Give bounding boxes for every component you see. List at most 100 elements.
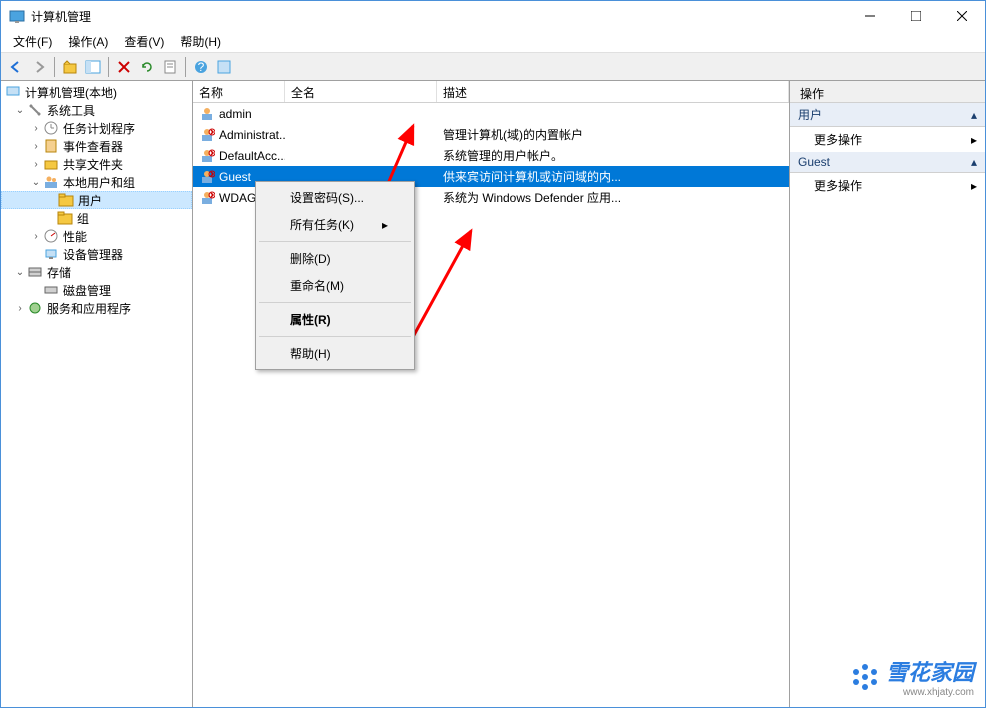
user-row[interactable]: Administrat... 管理计算机(域)的内置帐户 <box>193 124 789 145</box>
expand-icon[interactable]: › <box>29 229 43 243</box>
tree-label: 服务和应用程序 <box>47 300 131 317</box>
action-more-users[interactable]: 更多操作 ▸ <box>790 127 985 152</box>
tree-system-tools[interactable]: ⌄ 系统工具 <box>1 101 192 119</box>
list-panel: 名称 全名 描述 admin Administrat... 管理计算机(域)的内置帐… <box>193 81 790 707</box>
chevron-right-icon: ▸ <box>971 179 977 193</box>
help-button[interactable]: ? <box>190 56 212 78</box>
tree-performance[interactable]: › 性能 <box>1 227 192 245</box>
chevron-right-icon: ▸ <box>971 133 977 147</box>
ctx-set-password[interactable]: 设置密码(S)... <box>258 184 412 211</box>
expand-icon[interactable]: › <box>29 121 43 135</box>
tree-label: 事件查看器 <box>63 138 123 155</box>
tree-label: 本地用户和组 <box>63 174 135 191</box>
ctx-help[interactable]: 帮助(H) <box>258 340 412 367</box>
forward-button[interactable] <box>28 56 50 78</box>
user-name: admin <box>219 107 252 121</box>
show-hide-tree-button[interactable] <box>82 56 104 78</box>
user-icon <box>199 190 215 206</box>
device-icon <box>43 246 59 262</box>
tree-label: 设备管理器 <box>63 246 123 263</box>
tree-label: 存储 <box>47 264 71 281</box>
menu-bar: 文件(F) 操作(A) 查看(V) 帮助(H) <box>1 31 985 53</box>
menu-help[interactable]: 帮助(H) <box>172 31 229 52</box>
folder-icon <box>58 192 74 208</box>
tree-label: 任务计划程序 <box>63 120 135 137</box>
tree-task-scheduler[interactable]: › 任务计划程序 <box>1 119 192 137</box>
tree-root[interactable]: 计算机管理(本地) <box>1 83 192 101</box>
user-name: DefaultAcc... <box>219 149 285 163</box>
watermark: 雪花家园 www.xhjaty.com <box>850 655 974 698</box>
context-menu: 设置密码(S)... 所有任务(K)▸ 删除(D) 重命名(M) 属性(R) 帮… <box>255 181 415 370</box>
action-section-guest[interactable]: Guest ▴ <box>790 152 985 173</box>
export-button[interactable] <box>159 56 181 78</box>
users-icon <box>43 174 59 190</box>
event-icon <box>43 138 59 154</box>
menu-view[interactable]: 查看(V) <box>116 31 172 52</box>
collapse-icon[interactable]: ⌄ <box>13 265 27 279</box>
col-header-name[interactable]: 名称 <box>193 81 285 102</box>
ctx-rename[interactable]: 重命名(M) <box>258 272 412 299</box>
ctx-properties[interactable]: 属性(R) <box>258 306 412 333</box>
tree-label: 磁盘管理 <box>63 282 111 299</box>
close-button[interactable] <box>939 1 985 31</box>
watermark-text: 雪花家园 <box>886 655 974 687</box>
list-header: 名称 全名 描述 <box>193 81 789 103</box>
window-title: 计算机管理 <box>31 8 847 25</box>
watermark-url: www.xhjaty.com <box>886 687 974 698</box>
collapse-icon[interactable]: ⌄ <box>29 175 43 189</box>
services-icon <box>27 300 43 316</box>
up-button[interactable] <box>59 56 81 78</box>
collapse-icon[interactable]: ⌄ <box>13 103 27 117</box>
tree-local-users-groups[interactable]: ⌄ 本地用户和组 <box>1 173 192 191</box>
ctx-separator <box>259 241 411 242</box>
user-name: Administrat... <box>219 128 285 142</box>
tree-groups[interactable]: 组 <box>1 209 192 227</box>
minimize-button[interactable] <box>847 1 893 31</box>
expand-icon[interactable]: › <box>13 301 27 315</box>
disk-icon <box>43 282 59 298</box>
tools-icon <box>27 102 43 118</box>
collapse-icon: ▴ <box>971 108 977 122</box>
menu-file[interactable]: 文件(F) <box>5 31 60 52</box>
user-row[interactable]: admin <box>193 103 789 124</box>
user-row[interactable]: DefaultAcc... 系统管理的用户帐户。 <box>193 145 789 166</box>
tree-users[interactable]: 用户 <box>1 191 192 209</box>
expand-icon[interactable]: › <box>29 157 43 171</box>
ctx-delete[interactable]: 删除(D) <box>258 245 412 272</box>
action-section-users[interactable]: 用户 ▴ <box>790 103 985 127</box>
user-description: 供来宾访问计算机或访问域的内... <box>443 168 621 185</box>
tree-label: 组 <box>77 210 89 227</box>
tree-label: 性能 <box>63 228 87 245</box>
expand-icon[interactable]: › <box>29 139 43 153</box>
tree-device-manager[interactable]: 设备管理器 <box>1 245 192 263</box>
tree-disk-management[interactable]: 磁盘管理 <box>1 281 192 299</box>
delete-button[interactable] <box>113 56 135 78</box>
action-more-guest[interactable]: 更多操作 ▸ <box>790 173 985 198</box>
action-panel-header: 操作 <box>790 81 985 103</box>
window-controls <box>847 1 985 31</box>
clock-icon <box>43 120 59 136</box>
user-description: 系统管理的用户帐户。 <box>443 147 563 164</box>
tree-label: 用户 <box>78 192 102 209</box>
refresh-button[interactable] <box>136 56 158 78</box>
user-icon <box>199 148 215 164</box>
tree-panel[interactable]: 计算机管理(本地) ⌄ 系统工具 › 任务计划程序 › 事件查看器 › 共享文件… <box>1 81 193 707</box>
user-icon <box>199 106 215 122</box>
properties-button[interactable] <box>213 56 235 78</box>
tree-services-apps[interactable]: › 服务和应用程序 <box>1 299 192 317</box>
ctx-all-tasks[interactable]: 所有任务(K)▸ <box>258 211 412 238</box>
toolbar-separator <box>185 57 186 77</box>
toolbar-separator <box>54 57 55 77</box>
user-description: 管理计算机(域)的内置帐户 <box>443 126 583 143</box>
performance-icon <box>43 228 59 244</box>
menu-action[interactable]: 操作(A) <box>60 31 116 52</box>
maximize-button[interactable] <box>893 1 939 31</box>
tree-shared-folders[interactable]: › 共享文件夹 <box>1 155 192 173</box>
back-button[interactable] <box>5 56 27 78</box>
tree-storage[interactable]: ⌄ 存储 <box>1 263 192 281</box>
tree-event-viewer[interactable]: › 事件查看器 <box>1 137 192 155</box>
tree-label: 计算机管理(本地) <box>25 84 117 101</box>
col-header-description[interactable]: 描述 <box>437 81 789 102</box>
col-header-fullname[interactable]: 全名 <box>285 81 437 102</box>
action-label: 更多操作 <box>814 177 862 194</box>
